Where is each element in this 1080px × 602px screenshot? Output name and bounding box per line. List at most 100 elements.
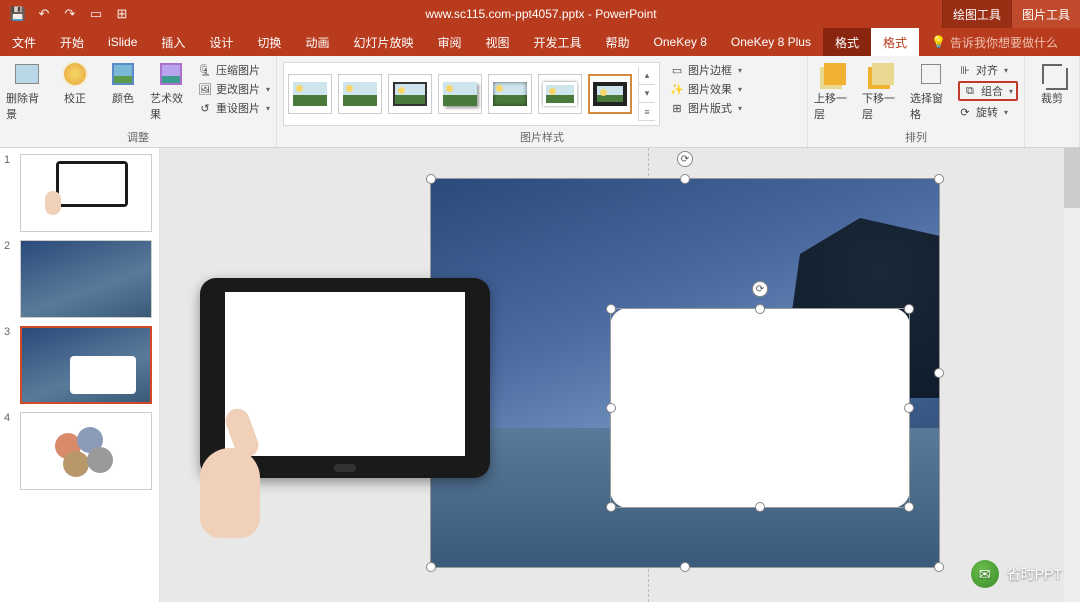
slide-thumbnails-pane[interactable]: 1 2 3 4 [0,148,160,602]
reset-picture-button[interactable]: ↺重设图片▾ [198,100,270,116]
slide-4-preview [20,412,152,490]
shape-selection-outline[interactable]: ⟳ [610,308,910,508]
resize-handle[interactable] [680,562,690,572]
crop-button[interactable]: 裁剪 [1031,60,1073,106]
slide-thumbnail-active[interactable]: 3 [4,326,155,404]
save-icon[interactable]: 💾 [8,4,28,24]
rotate-icon: ⟳ [958,105,972,119]
crop-icon [1038,60,1066,88]
vertical-scrollbar[interactable] [1064,148,1080,602]
color-button[interactable]: 颜色 [102,60,144,106]
resize-handle[interactable] [904,304,914,314]
style-thumb[interactable] [538,74,582,114]
chevron-down-icon: ▾ [1004,108,1008,117]
chevron-down-icon[interactable]: ▾ [639,85,655,103]
tab-onekey8plus[interactable]: OneKey 8 Plus [719,28,823,56]
style-thumb[interactable] [388,74,432,114]
remove-background-button[interactable]: 删除背景 [6,60,48,122]
resize-handle[interactable] [426,562,436,572]
slide-thumbnail[interactable]: 4 [4,412,155,490]
filename: www.sc115.com-ppt4057.pptx [425,7,584,21]
title-bar: 💾 ↶ ↷ ▭ ⊞ www.sc115.com-ppt4057.pptx - P… [0,0,1080,28]
bring-forward-button[interactable]: 上移一层 [814,60,856,122]
style-thumb[interactable] [288,74,332,114]
tab-drawing-format[interactable]: 格式 [823,28,871,56]
rotate-handle[interactable]: ⟳ [677,151,693,167]
resize-handle[interactable] [904,502,914,512]
group-label-styles: 图片样式 [283,127,801,145]
tab-view[interactable]: 视图 [473,28,521,56]
reset-picture-icon: ↺ [198,101,212,115]
chevron-down-icon: ▾ [738,104,742,113]
style-thumb[interactable] [488,74,532,114]
resize-handle[interactable] [606,403,616,413]
group-picture-styles: ▴▾≡ ▭图片边框▾ ✨图片效果▾ ⊞图片版式▾ 图片样式 [277,56,808,147]
tab-review[interactable]: 审阅 [425,28,473,56]
start-from-beginning-icon[interactable]: ▭ [86,4,106,24]
tab-home[interactable]: 开始 [48,28,96,56]
redo-icon[interactable]: ↷ [60,4,80,24]
picture-layout-button[interactable]: ⊞图片版式▾ [670,100,742,116]
scrollbar-thumb[interactable] [1064,148,1080,208]
corrections-button[interactable]: 校正 [54,60,96,106]
undo-icon[interactable]: ↶ [34,4,54,24]
tab-slideshow[interactable]: 幻灯片放映 [341,28,425,56]
resize-handle[interactable] [680,174,690,184]
tab-animations[interactable]: 动画 [293,28,341,56]
compress-pictures-button[interactable]: 🗜压缩图片 [198,62,270,78]
picture-styles-gallery[interactable]: ▴▾≡ [283,62,660,126]
tab-developer[interactable]: 开发工具 [522,28,594,56]
watermark-text: 省时PPT [1007,564,1062,584]
window-title: www.sc115.com-ppt4057.pptx - PowerPoint [140,7,942,21]
qat-customize-icon[interactable]: ⊞ [112,4,132,24]
gallery-more-icon[interactable]: ≡ [639,103,655,121]
style-thumb[interactable] [438,74,482,114]
tab-design[interactable]: 设计 [197,28,245,56]
slide-1-preview [20,154,152,232]
tab-onekey8[interactable]: OneKey 8 [642,28,719,56]
group-size: 裁剪 [1025,56,1080,147]
tab-help[interactable]: 帮助 [594,28,642,56]
tab-file[interactable]: 文件 [0,28,48,56]
resize-handle[interactable] [606,502,616,512]
align-button[interactable]: ⊪对齐▾ [958,62,1018,78]
rotate-button[interactable]: ⟳旋转▾ [958,104,1018,120]
tell-me-search[interactable]: 💡 告诉我你想要做什么 [931,34,1058,51]
artistic-effects-icon [157,60,185,88]
tab-picture-format[interactable]: 格式 [871,28,919,56]
artistic-effects-button[interactable]: 艺术效果 [150,60,192,122]
selection-pane-button[interactable]: 选择窗格 [910,60,952,122]
resize-handle[interactable] [426,174,436,184]
resize-handle[interactable] [606,304,616,314]
style-thumb-selected[interactable] [588,74,632,114]
send-backward-button[interactable]: 下移一层 [862,60,904,122]
tablet-home-button-icon [334,464,356,472]
resize-handle[interactable] [934,368,944,378]
lightbulb-icon: 💡 [931,35,946,49]
tab-islide[interactable]: iSlide [96,28,149,56]
ribbon: 删除背景 校正 颜色 艺术效果 🗜压缩图片 🖼更改图片▾ ↺重设图片▾ 调整 [0,56,1080,148]
group-objects-button[interactable]: ⧉组合▾ [958,81,1018,101]
resize-handle[interactable] [934,174,944,184]
chevron-up-icon[interactable]: ▴ [639,67,655,85]
group-label-adjust: 调整 [6,127,270,145]
tablet-overlay [200,278,490,478]
resize-handle[interactable] [904,403,914,413]
picture-border-button[interactable]: ▭图片边框▾ [670,62,742,78]
resize-handle[interactable] [755,304,765,314]
slide-thumbnail[interactable]: 1 [4,154,155,232]
slide-canvas[interactable]: ⟳ ⟳ [160,148,1080,602]
slide-thumbnail[interactable]: 2 [4,240,155,318]
rotate-handle[interactable]: ⟳ [752,281,768,297]
tab-insert[interactable]: 插入 [149,28,197,56]
resize-handle[interactable] [934,562,944,572]
tab-transitions[interactable]: 切换 [245,28,293,56]
style-thumb[interactable] [338,74,382,114]
resize-handle[interactable] [755,502,765,512]
quick-access-toolbar: 💾 ↶ ↷ ▭ ⊞ [0,4,140,24]
group-adjust: 删除背景 校正 颜色 艺术效果 🗜压缩图片 🖼更改图片▾ ↺重设图片▾ 调整 [0,56,277,147]
change-picture-button[interactable]: 🖼更改图片▾ [198,81,270,97]
gallery-scroll[interactable]: ▴▾≡ [638,67,655,121]
picture-effects-button[interactable]: ✨图片效果▾ [670,81,742,97]
change-picture-icon: 🖼 [198,82,212,96]
